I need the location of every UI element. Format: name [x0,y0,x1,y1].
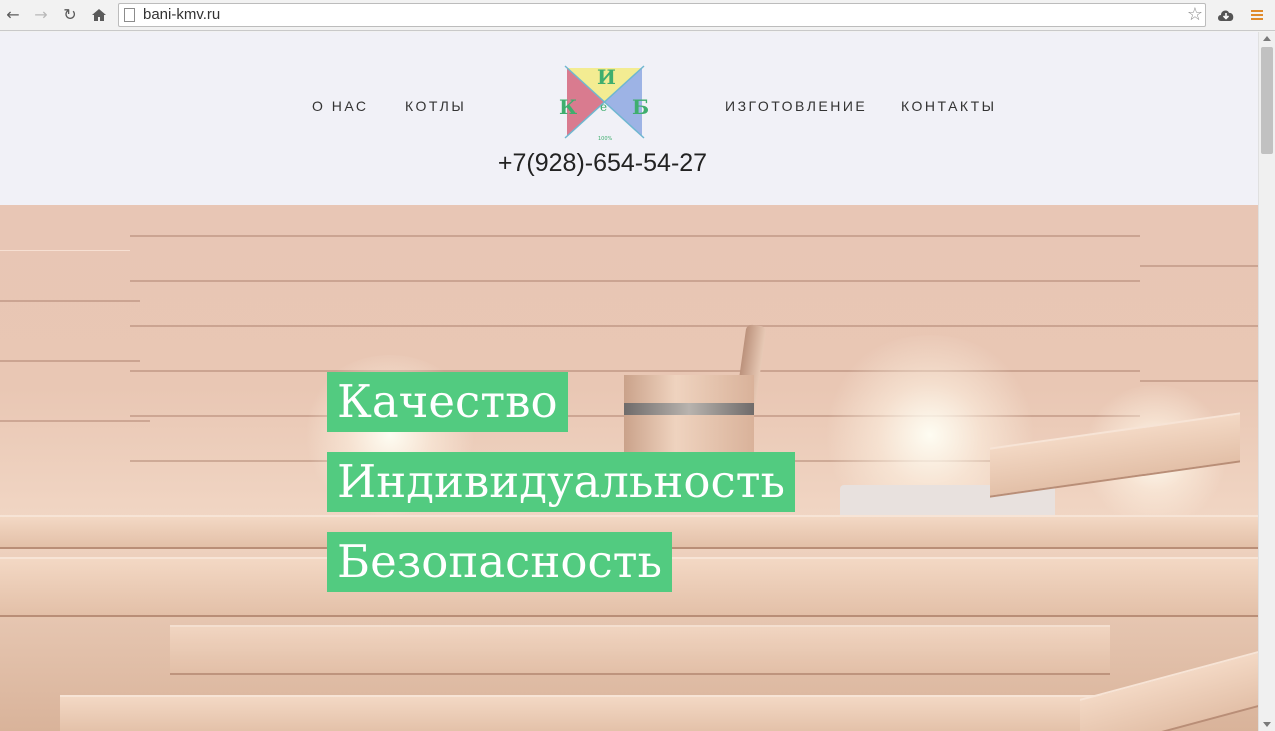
page-icon [124,8,135,22]
page-viewport: О НАС КОТЛЫ И К е Б 100% ИЗГОТОВЛЕНИЕ КО… [0,32,1258,731]
logo-letter-i: И [597,65,616,89]
scroll-up-arrow-icon[interactable] [1263,36,1271,41]
logo-letter-b: Б [632,95,649,119]
site-header: О НАС КОТЛЫ И К е Б 100% ИЗГОТОВЛЕНИЕ КО… [0,32,1258,205]
logo-letter-k: К [559,95,577,119]
vertical-scrollbar[interactable] [1258,32,1275,731]
tagline-individuality: Индивидуальность [327,452,796,512]
phone-number[interactable]: +7(928)-654-54-27 [0,149,1205,178]
nav-link-manufacturing[interactable]: ИЗГОТОВЛЕНИЕ [725,98,867,114]
back-arrow-icon[interactable]: ← [2,4,24,26]
site-logo[interactable]: И К е Б 100% [557,64,652,144]
address-bar[interactable]: bani-kmv.ru ☆ [118,3,1206,27]
nav-link-boilers[interactable]: КОТЛЫ [405,98,466,114]
scrollbar-thumb[interactable] [1261,47,1273,154]
cloud-download-icon[interactable] [1215,4,1237,26]
nav-link-contacts[interactable]: КОНТАКТЫ [901,98,997,114]
logo-small-text: 100% [598,136,613,142]
tagline-quality: Качество [327,372,568,432]
scroll-down-arrow-icon[interactable] [1263,722,1271,727]
home-icon[interactable] [88,4,110,26]
address-url[interactable]: bani-kmv.ru [143,6,220,23]
hero-banner: Качество Индивидуальность Безопасность [0,205,1258,731]
forward-arrow-icon[interactable]: → [30,4,52,26]
tagline-safety: Безопасность [327,532,673,592]
logo-letter-e: е [600,100,607,114]
reload-icon[interactable]: ↻ [59,4,81,26]
nav-link-about[interactable]: О НАС [312,98,369,114]
bookmark-star-icon[interactable]: ☆ [1187,4,1203,26]
menu-icon[interactable] [1246,4,1268,26]
browser-toolbar: ← → ↻ bani-kmv.ru ☆ [0,0,1275,31]
